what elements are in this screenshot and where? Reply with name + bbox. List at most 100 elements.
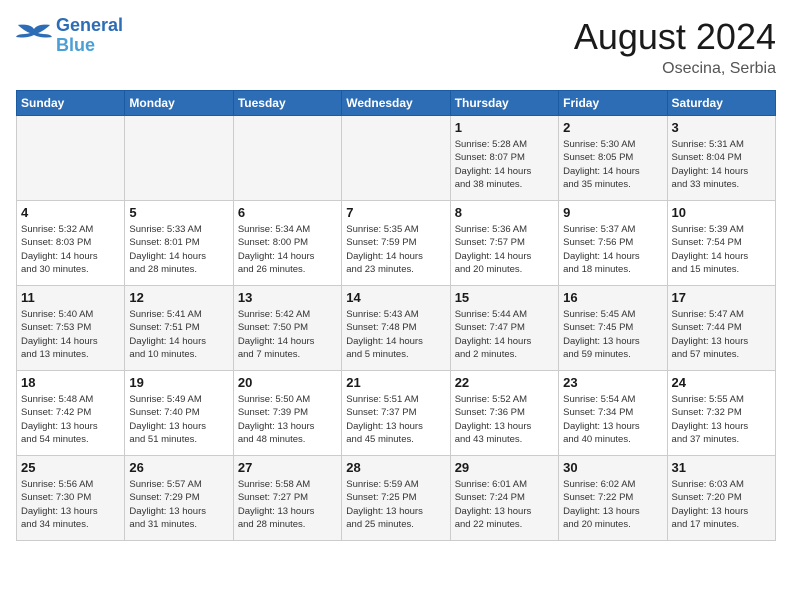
day-info: Sunrise: 5:41 AM Sunset: 7:51 PM Dayligh…	[129, 308, 228, 361]
calendar-cell: 6 Sunrise: 5:34 AM Sunset: 8:00 PM Daylig…	[233, 201, 341, 286]
day-info: Sunrise: 5:42 AM Sunset: 7:50 PM Dayligh…	[238, 308, 337, 361]
week-row-2: 4 Sunrise: 5:32 AM Sunset: 8:03 PM Daylig…	[17, 201, 776, 286]
calendar-cell: 9Sunrise: 5:37 AM Sunset: 7:56 PM Daylig…	[559, 201, 667, 286]
calendar-cell: 31 Sunrise: 6:03 AM Sunset: 7:20 PM Dayli…	[667, 456, 775, 541]
calendar-cell: 16 Sunrise: 5:45 AM Sunset: 7:45 PM Dayli…	[559, 286, 667, 371]
title-block: August 2024 Osecina, Serbia	[574, 16, 776, 78]
calendar-cell: 2 Sunrise: 5:30 AM Sunset: 8:05 PM Daylig…	[559, 116, 667, 201]
calendar-cell: 3Sunrise: 5:31 AM Sunset: 8:04 PM Daylig…	[667, 116, 775, 201]
day-info: Sunrise: 6:03 AM Sunset: 7:20 PM Dayligh…	[672, 478, 771, 531]
day-info: Sunrise: 5:59 AM Sunset: 7:25 PM Dayligh…	[346, 478, 445, 531]
calendar-cell: 7 Sunrise: 5:35 AM Sunset: 7:59 PM Daylig…	[342, 201, 450, 286]
day-info: Sunrise: 5:34 AM Sunset: 8:00 PM Dayligh…	[238, 223, 337, 276]
day-info: Sunrise: 5:43 AM Sunset: 7:48 PM Dayligh…	[346, 308, 445, 361]
calendar-cell: 26 Sunrise: 5:57 AM Sunset: 7:29 PM Dayli…	[125, 456, 233, 541]
day-info: Sunrise: 5:31 AM Sunset: 8:04 PM Dayligh…	[672, 138, 771, 191]
calendar-cell: 4 Sunrise: 5:32 AM Sunset: 8:03 PM Daylig…	[17, 201, 125, 286]
calendar-cell: 19Sunrise: 5:49 AM Sunset: 7:40 PM Dayli…	[125, 371, 233, 456]
weekday-header-row: SundayMondayTuesdayWednesdayThursdayFrid…	[17, 91, 776, 116]
day-number: 7	[346, 205, 445, 220]
day-info: Sunrise: 5:30 AM Sunset: 8:05 PM Dayligh…	[563, 138, 662, 191]
week-row-4: 18Sunrise: 5:48 AM Sunset: 7:42 PM Dayli…	[17, 371, 776, 456]
day-info: Sunrise: 5:57 AM Sunset: 7:29 PM Dayligh…	[129, 478, 228, 531]
day-number: 25	[21, 460, 120, 475]
calendar-cell: 15Sunrise: 5:44 AM Sunset: 7:47 PM Dayli…	[450, 286, 558, 371]
header-saturday: Saturday	[667, 91, 775, 116]
calendar-cell	[342, 116, 450, 201]
day-number: 17	[672, 290, 771, 305]
calendar-cell: 28 Sunrise: 5:59 AM Sunset: 7:25 PM Dayli…	[342, 456, 450, 541]
calendar-cell: 12 Sunrise: 5:41 AM Sunset: 7:51 PM Dayli…	[125, 286, 233, 371]
calendar-cell: 23 Sunrise: 5:54 AM Sunset: 7:34 PM Dayli…	[559, 371, 667, 456]
day-number: 31	[672, 460, 771, 475]
calendar-cell: 13 Sunrise: 5:42 AM Sunset: 7:50 PM Dayli…	[233, 286, 341, 371]
week-row-5: 25Sunrise: 5:56 AM Sunset: 7:30 PM Dayli…	[17, 456, 776, 541]
day-number: 26	[129, 460, 228, 475]
day-number: 5	[129, 205, 228, 220]
calendar-cell	[125, 116, 233, 201]
calendar-cell	[17, 116, 125, 201]
page-header: General Blue August 2024 Osecina, Serbia	[16, 16, 776, 78]
day-info: Sunrise: 5:35 AM Sunset: 7:59 PM Dayligh…	[346, 223, 445, 276]
day-number: 11	[21, 290, 120, 305]
day-number: 24	[672, 375, 771, 390]
header-sunday: Sunday	[17, 91, 125, 116]
calendar-cell: 21Sunrise: 5:51 AM Sunset: 7:37 PM Dayli…	[342, 371, 450, 456]
day-number: 29	[455, 460, 554, 475]
calendar-cell: 22 Sunrise: 5:52 AM Sunset: 7:36 PM Dayli…	[450, 371, 558, 456]
logo-bird-icon	[16, 21, 52, 51]
day-number: 21	[346, 375, 445, 390]
day-number: 22	[455, 375, 554, 390]
header-tuesday: Tuesday	[233, 91, 341, 116]
calendar-cell: 1 Sunrise: 5:28 AM Sunset: 8:07 PM Daylig…	[450, 116, 558, 201]
day-number: 30	[563, 460, 662, 475]
day-number: 13	[238, 290, 337, 305]
day-info: Sunrise: 5:55 AM Sunset: 7:32 PM Dayligh…	[672, 393, 771, 446]
calendar-cell: 30 Sunrise: 6:02 AM Sunset: 7:22 PM Dayli…	[559, 456, 667, 541]
week-row-1: 1 Sunrise: 5:28 AM Sunset: 8:07 PM Daylig…	[17, 116, 776, 201]
calendar-cell: 14 Sunrise: 5:43 AM Sunset: 7:48 PM Dayli…	[342, 286, 450, 371]
week-row-3: 11 Sunrise: 5:40 AM Sunset: 7:53 PM Dayli…	[17, 286, 776, 371]
header-thursday: Thursday	[450, 91, 558, 116]
calendar-cell: 11 Sunrise: 5:40 AM Sunset: 7:53 PM Dayli…	[17, 286, 125, 371]
calendar-cell: 29Sunrise: 6:01 AM Sunset: 7:24 PM Dayli…	[450, 456, 558, 541]
day-info: Sunrise: 5:52 AM Sunset: 7:36 PM Dayligh…	[455, 393, 554, 446]
calendar-table: SundayMondayTuesdayWednesdayThursdayFrid…	[16, 90, 776, 541]
day-number: 28	[346, 460, 445, 475]
day-number: 6	[238, 205, 337, 220]
day-number: 1	[455, 120, 554, 135]
day-info: Sunrise: 5:54 AM Sunset: 7:34 PM Dayligh…	[563, 393, 662, 446]
day-info: Sunrise: 5:48 AM Sunset: 7:42 PM Dayligh…	[21, 393, 120, 446]
logo-text: General Blue	[56, 16, 123, 56]
day-number: 16	[563, 290, 662, 305]
day-number: 23	[563, 375, 662, 390]
month-year-title: August 2024	[574, 16, 776, 58]
day-number: 9	[563, 205, 662, 220]
day-number: 14	[346, 290, 445, 305]
day-info: Sunrise: 5:32 AM Sunset: 8:03 PM Dayligh…	[21, 223, 120, 276]
day-number: 8	[455, 205, 554, 220]
day-number: 4	[21, 205, 120, 220]
calendar-cell: 8Sunrise: 5:36 AM Sunset: 7:57 PM Daylig…	[450, 201, 558, 286]
day-info: Sunrise: 5:40 AM Sunset: 7:53 PM Dayligh…	[21, 308, 120, 361]
header-monday: Monday	[125, 91, 233, 116]
day-info: Sunrise: 5:39 AM Sunset: 7:54 PM Dayligh…	[672, 223, 771, 276]
header-wednesday: Wednesday	[342, 91, 450, 116]
calendar-cell: 24 Sunrise: 5:55 AM Sunset: 7:32 PM Dayli…	[667, 371, 775, 456]
day-number: 12	[129, 290, 228, 305]
day-info: Sunrise: 5:33 AM Sunset: 8:01 PM Dayligh…	[129, 223, 228, 276]
day-number: 19	[129, 375, 228, 390]
calendar-cell: 25Sunrise: 5:56 AM Sunset: 7:30 PM Dayli…	[17, 456, 125, 541]
day-number: 2	[563, 120, 662, 135]
day-info: Sunrise: 6:02 AM Sunset: 7:22 PM Dayligh…	[563, 478, 662, 531]
day-number: 10	[672, 205, 771, 220]
logo: General Blue	[16, 16, 123, 56]
calendar-cell: 17Sunrise: 5:47 AM Sunset: 7:44 PM Dayli…	[667, 286, 775, 371]
calendar-cell: 18Sunrise: 5:48 AM Sunset: 7:42 PM Dayli…	[17, 371, 125, 456]
day-info: Sunrise: 5:58 AM Sunset: 7:27 PM Dayligh…	[238, 478, 337, 531]
day-info: Sunrise: 5:28 AM Sunset: 8:07 PM Dayligh…	[455, 138, 554, 191]
day-info: Sunrise: 5:45 AM Sunset: 7:45 PM Dayligh…	[563, 308, 662, 361]
day-number: 27	[238, 460, 337, 475]
day-number: 15	[455, 290, 554, 305]
calendar-cell: 20Sunrise: 5:50 AM Sunset: 7:39 PM Dayli…	[233, 371, 341, 456]
